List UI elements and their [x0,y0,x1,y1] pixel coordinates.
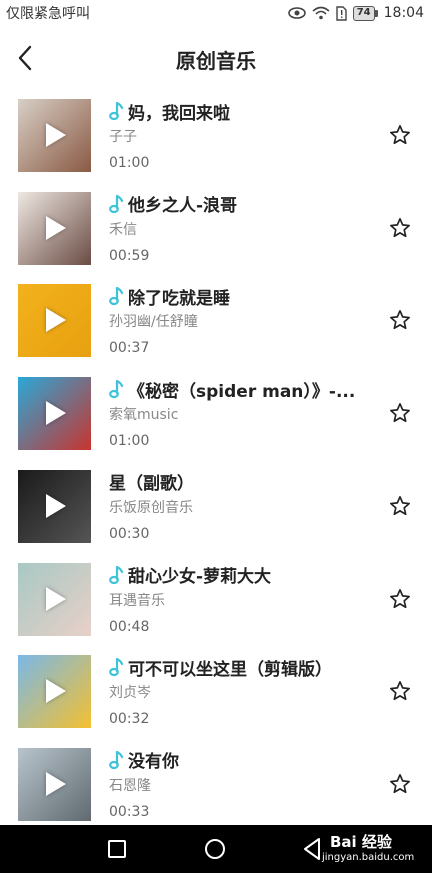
clock: 18:04 [383,5,424,21]
album-cover[interactable] [18,655,91,729]
song-list-item[interactable]: 妈，我回来啦子子 01:00 [0,92,432,184]
play-icon[interactable] [46,401,66,426]
play-icon[interactable] [46,679,66,704]
song-artist: 耳遇音乐 [109,592,165,609]
play-icon[interactable] [46,771,66,796]
music-note-icon [109,194,124,213]
song-title-row: 可不可以坐这里（剪辑版） [109,655,379,679]
song-list-item[interactable]: 《秘密（spider man）》-... 索氧music 01:00 [0,370,432,462]
battery-icon: 74 [352,5,378,21]
song-duration: 00:33 [109,803,150,820]
header: 原创音乐 [0,26,432,90]
song-title: 甜心少女-萝莉大大 [128,567,272,587]
album-cover[interactable] [18,469,91,543]
page-title: 原创音乐 [176,49,256,73]
watermark-url: jingyan.baidu.com [322,852,415,863]
song-title: 星（副歌） [109,474,194,494]
song-title-row: 《秘密（spider man）》-... [109,377,379,401]
song-artist: 乐饭原创音乐 [109,499,193,516]
play-icon[interactable] [46,308,66,333]
song-duration: 00:59 [109,247,150,264]
album-cover[interactable] [18,284,91,358]
music-note-icon [109,379,124,399]
favorite-star-icon[interactable] [389,402,411,424]
song-artist: 孙羽幽/任舒瞳 [109,314,198,331]
song-title: 可不可以坐这里（剪辑版） [128,659,332,680]
system-nav-bar: Bai 经验 jingyan.baidu.com [0,825,432,873]
song-duration: 00:30 [109,525,150,542]
song-duration: 00:48 [109,618,150,635]
play-icon[interactable] [46,123,66,147]
song-duration: 01:00 [109,155,150,171]
song-title-row: 除了吃就是睡 [109,284,379,308]
sim-alert-icon [336,5,347,21]
eye-icon [287,7,306,19]
song-duration: 00:32 [109,711,150,728]
album-cover[interactable] [18,747,91,821]
song-list-item[interactable]: 星（副歌） 乐饭原创音乐 00:30 [0,463,432,555]
song-list-item[interactable]: 可不可以坐这里（剪辑版） 刘贞岑 00:32 [0,648,432,740]
status-icons: 74 18:04 [287,3,424,23]
favorite-star-icon[interactable] [389,588,411,610]
song-list-item[interactable]: 他乡之人-浪哥禾信 00:59 [0,185,432,277]
music-note-icon [109,287,124,306]
song-artist: 子子 [109,129,137,145]
status-bar: 仅限紧急呼叫 74 18:04 [0,0,432,26]
carrier-status-text: 仅限紧急呼叫 [6,6,90,22]
album-cover[interactable] [18,99,91,172]
song-duration: 00:37 [109,340,150,357]
home-button[interactable] [205,839,225,859]
song-title: 除了吃就是睡 [128,288,230,309]
song-artist: 刘贞岑 [109,685,151,702]
play-icon[interactable] [46,493,66,518]
song-duration: 01:00 [109,433,150,450]
favorite-star-icon[interactable] [389,773,411,795]
song-title-row: 妈，我回来啦 [109,99,379,123]
favorite-star-icon[interactable] [389,217,411,239]
album-cover[interactable] [18,562,91,636]
song-title-row: 星（副歌） [109,470,379,494]
song-title: 《秘密（spider man）》-... [128,381,356,402]
song-title: 妈，我回来啦 [128,103,230,124]
song-title-row: 没有你 [109,748,379,772]
music-note-icon [109,101,124,121]
play-icon[interactable] [46,586,66,611]
song-title-row: 甜心少女-萝莉大大 [109,563,379,587]
song-list-item[interactable]: 没有你石恩隆 00:33 [0,741,432,833]
recent-apps-button[interactable] [108,840,126,858]
favorite-star-icon[interactable] [389,124,411,146]
favorite-star-icon[interactable] [389,309,411,331]
watermark-title: Bai 经验 [330,833,392,851]
song-artist: 禾信 [109,221,137,238]
song-artist: 石恩隆 [109,777,151,794]
song-title-row: 他乡之人-浪哥 [109,192,379,216]
album-cover[interactable] [18,377,91,451]
song-list-item[interactable]: 甜心少女-萝莉大大耳遇音乐 00:48 [0,556,432,648]
battery-level: 74 [352,5,375,21]
music-note-icon [109,750,124,769]
song-list-item[interactable]: 除了吃就是睡孙羽幽/任舒瞳 00:37 [0,277,432,369]
music-note-icon [109,565,124,584]
song-artist: 索氧music [109,407,179,424]
baidu-jingyan-watermark: Bai 经验 jingyan.baidu.com [318,831,428,869]
album-cover[interactable] [18,191,91,265]
wifi-icon [312,6,330,20]
play-icon[interactable] [46,215,66,240]
song-title: 没有你 [128,752,179,772]
music-note-icon [109,658,124,677]
favorite-star-icon[interactable] [389,495,411,517]
song-title: 他乡之人-浪哥 [128,196,238,216]
favorite-star-icon[interactable] [389,680,411,702]
